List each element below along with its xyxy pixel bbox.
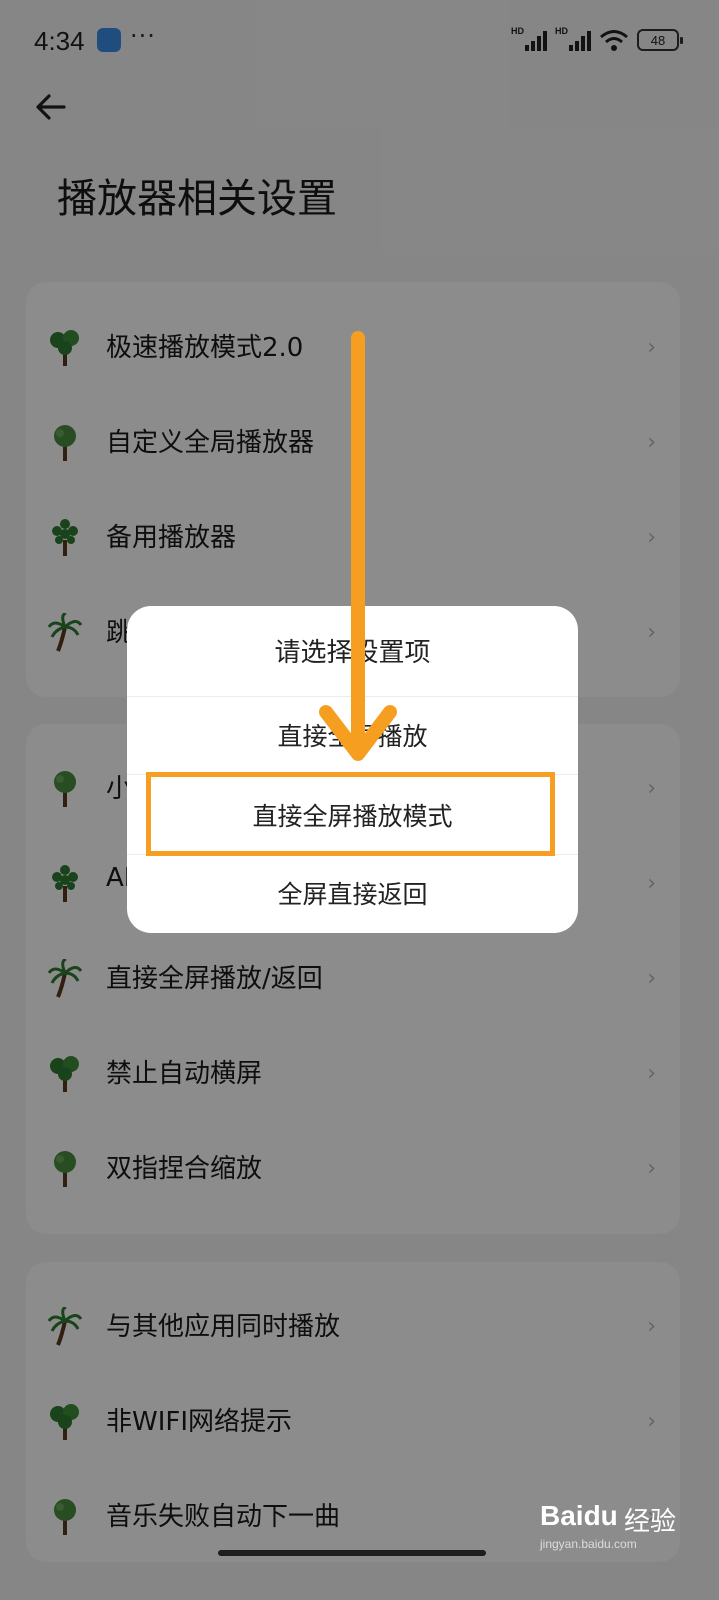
watermark-brand: Baidu [540, 1500, 618, 1531]
baidu-jingyan-watermark: Baidu 经验 jingyan.baidu.com [540, 1492, 700, 1552]
option-fullscreen-return[interactable]: 全屏直接返回 [127, 855, 578, 931]
highlight-box [146, 772, 555, 856]
watermark-brand-cn: 经验 [624, 1507, 677, 1537]
watermark-url: jingyan.baidu.com [540, 1537, 637, 1551]
annotation-arrow-icon [319, 331, 397, 761]
home-indicator[interactable] [218, 1550, 486, 1556]
